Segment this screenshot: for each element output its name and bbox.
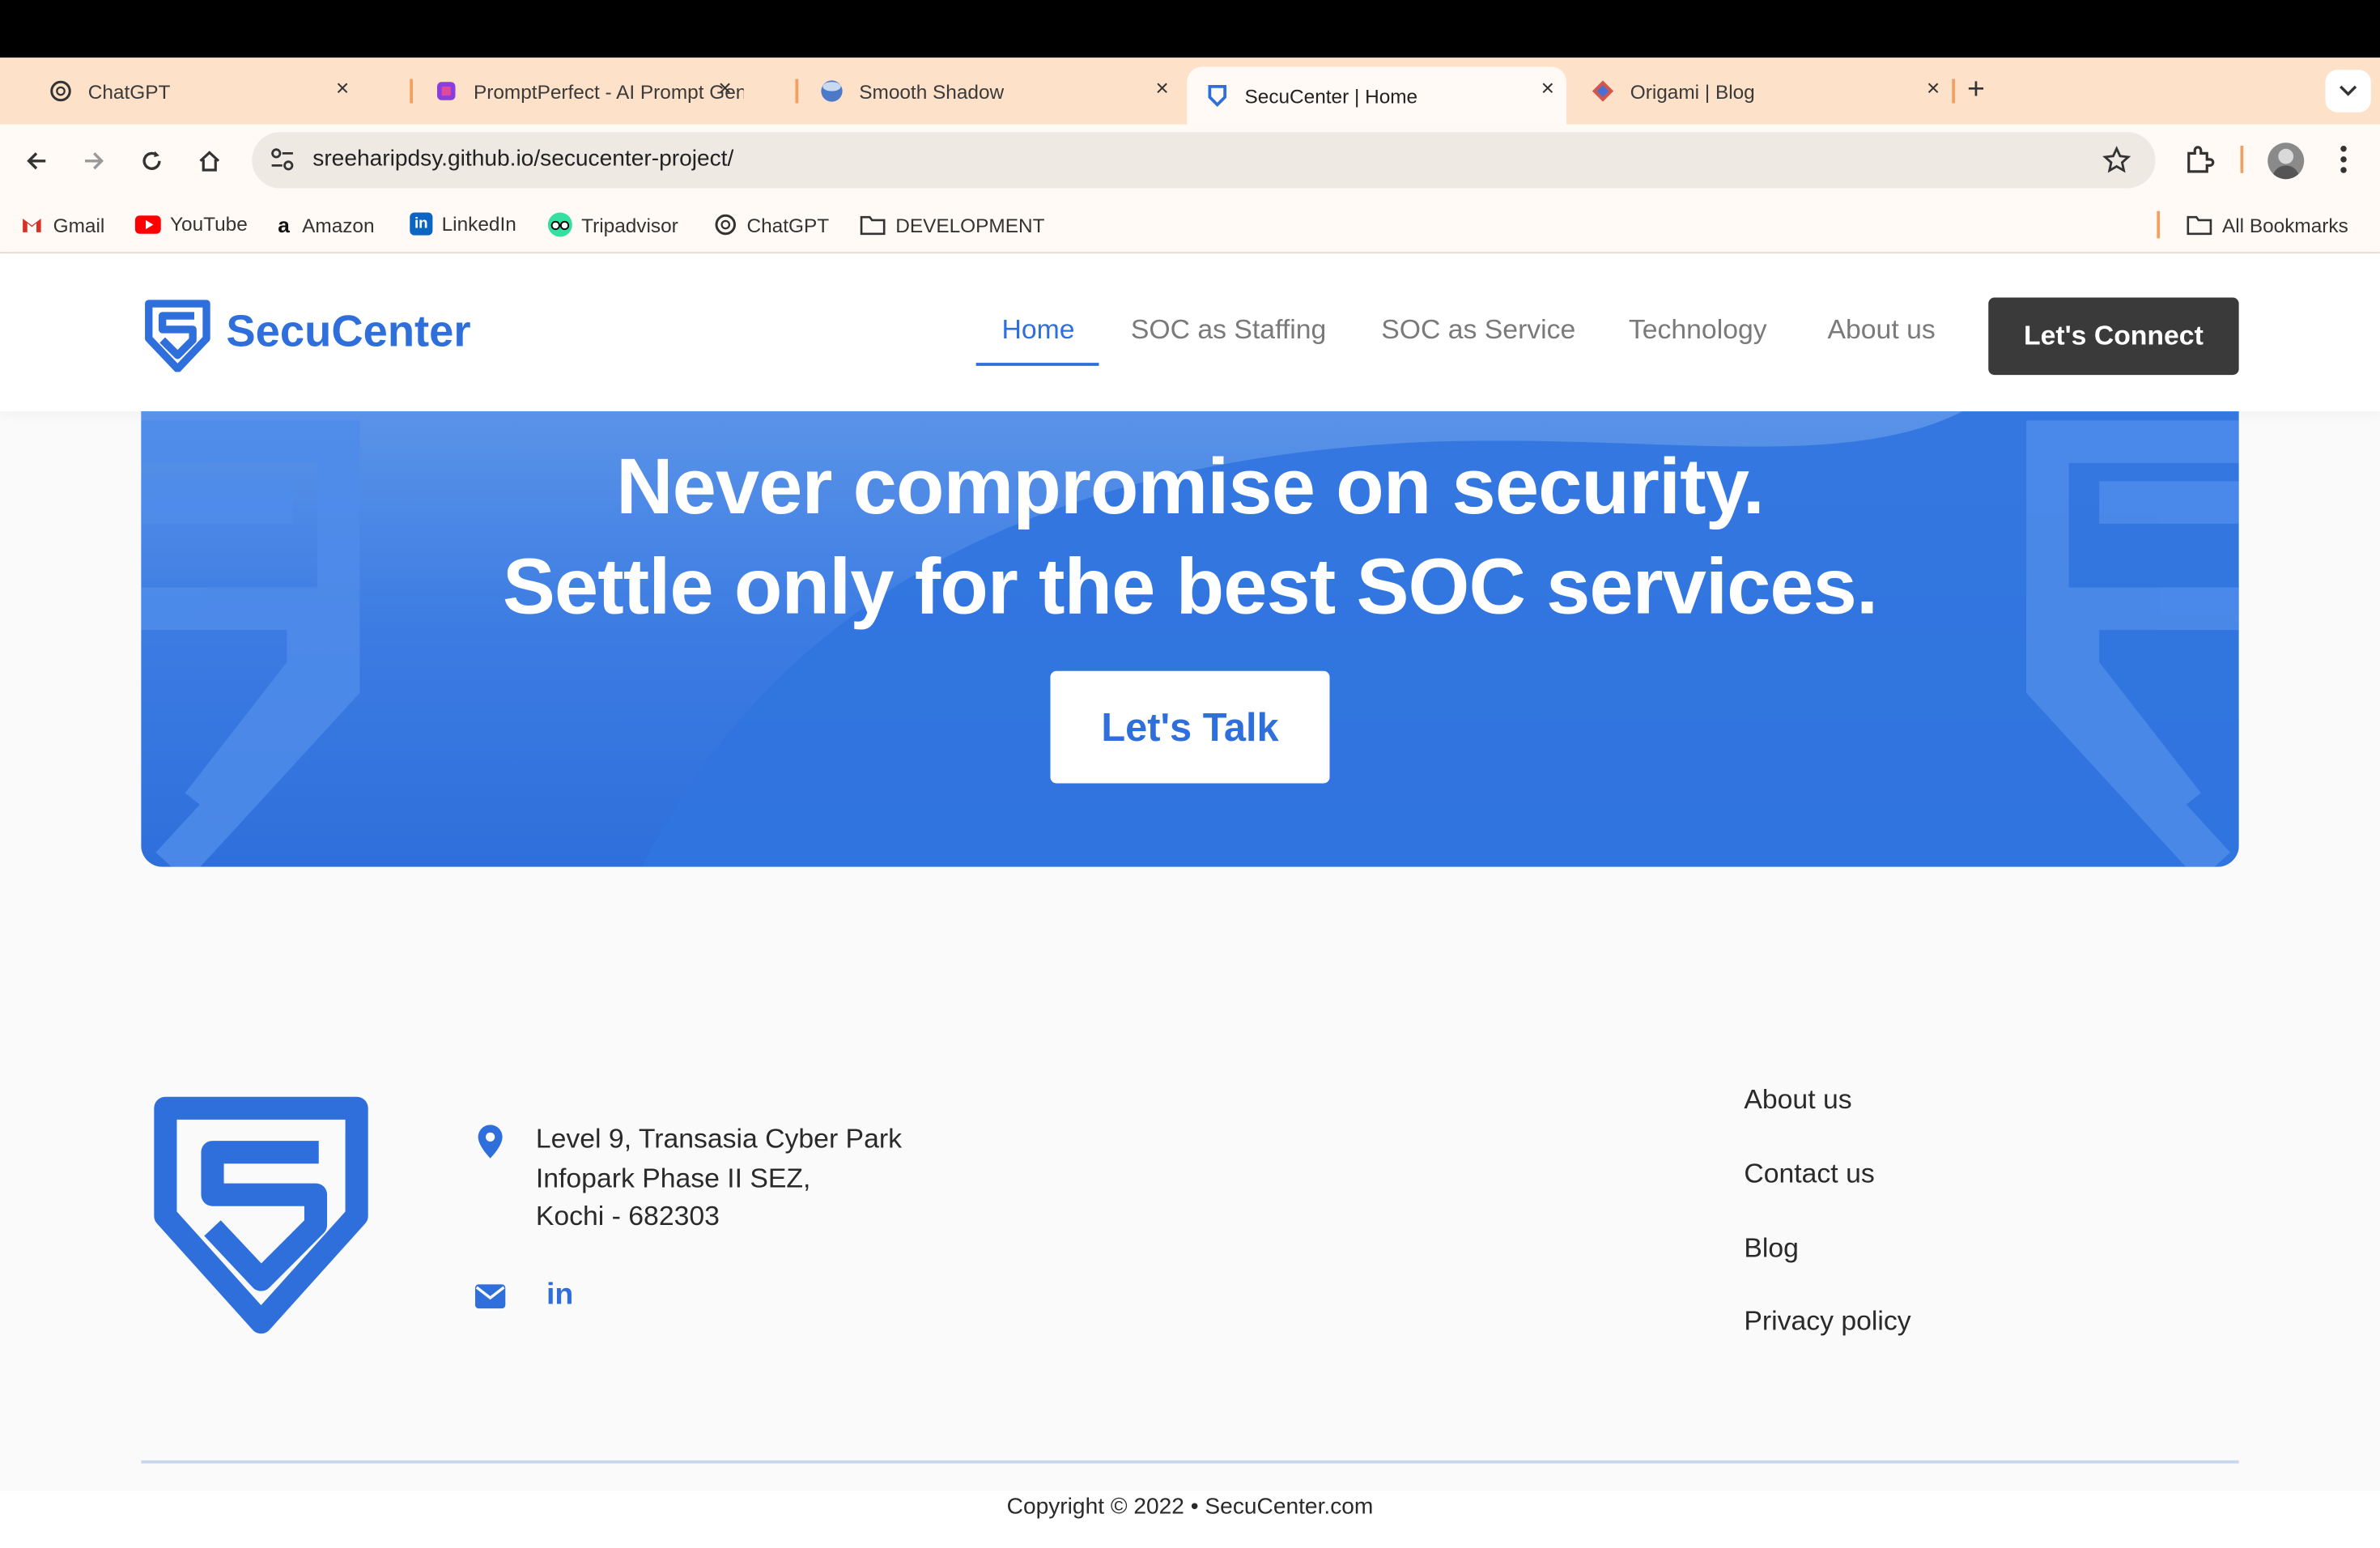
linkedin-icon[interactable]: in <box>546 1278 573 1313</box>
close-tab-icon[interactable]: × <box>1927 76 1940 102</box>
tab-secucenter[interactable]: SecuCenter | Home × <box>1187 66 1566 125</box>
home-icon <box>199 151 220 172</box>
address-bar[interactable]: sreeharipdsy.github.io/secucenter-projec… <box>252 132 2156 189</box>
linkedin-icon: in <box>410 212 433 236</box>
amazon-icon: a <box>278 212 290 237</box>
back-button[interactable] <box>15 140 58 183</box>
bookmark-label: Tripadvisor <box>581 213 678 236</box>
copyright-text: Copyright © 2022 • SecuCenter.com <box>0 1491 2380 1548</box>
tab-separator <box>1952 79 1955 104</box>
close-tab-icon[interactable]: × <box>336 76 349 102</box>
hero-banner: Never compromise on security. Settle onl… <box>141 411 2239 867</box>
smooth-shadow-icon <box>821 80 843 102</box>
bookmark-label: Gmail <box>53 213 105 236</box>
bookmark-amazon[interactable]: a Amazon <box>274 213 374 237</box>
tab-title: SecuCenter | Home <box>1244 84 1418 108</box>
hero-heading-line-1: Never compromise on security. <box>616 443 1765 532</box>
youtube-icon <box>134 215 161 233</box>
origami-icon <box>1592 80 1614 102</box>
close-tab-icon[interactable]: × <box>1155 76 1168 102</box>
tab-title: PromptPerfect - AI Prompt Generator <box>474 79 744 103</box>
tab-separator <box>795 79 799 104</box>
tab-title: Origami | Blog <box>1630 79 1755 103</box>
footer-link-about-us[interactable]: About us <box>1744 1084 1851 1116</box>
tripadvisor-icon <box>547 212 572 237</box>
home-button[interactable] <box>189 140 232 183</box>
footer-divider <box>141 1460 2239 1464</box>
brand-name[interactable]: SecuCenter <box>226 308 470 359</box>
address-line-3: Kochi - 682303 <box>535 1201 720 1231</box>
bookmark-label: LinkedIn <box>441 212 516 236</box>
tab-chatgpt[interactable]: ChatGPT × <box>31 67 362 116</box>
site-settings-icon <box>271 148 294 171</box>
more-vertical-icon <box>2340 146 2347 173</box>
tab-title: Smooth Shadow <box>859 79 1005 103</box>
chevron-down-icon <box>2340 85 2357 96</box>
forward-arrow-icon <box>85 152 104 170</box>
nav-home[interactable]: Home <box>1002 314 1075 346</box>
reload-button[interactable] <box>130 140 173 183</box>
extensions-button[interactable] <box>2182 142 2216 184</box>
folder-icon <box>2187 215 2212 236</box>
bookmark-youtube[interactable]: YouTube <box>134 212 248 236</box>
footer-link-blog[interactable]: Blog <box>1744 1233 1799 1265</box>
footer-logo-icon <box>154 1096 368 1334</box>
bookmark-star-icon[interactable] <box>2102 146 2131 175</box>
gmail-icon <box>23 219 41 232</box>
hero-heading-line-2: Settle only for the best SOC services. <box>502 543 1878 632</box>
back-arrow-icon <box>27 152 46 170</box>
bookmarks-separator <box>2157 211 2161 239</box>
secucenter-icon <box>1208 85 1226 108</box>
address-line-2: Infopark Phase II SEZ, <box>535 1163 811 1193</box>
nav-about-us[interactable]: About us <box>1828 314 1936 346</box>
tab-promptperfect[interactable]: PromptPerfect - AI Prompt Generator × <box>416 67 744 116</box>
bookmark-tripadvisor[interactable]: Tripadvisor <box>547 212 678 237</box>
reload-icon <box>142 151 161 170</box>
toolbar-separator <box>2240 146 2244 173</box>
bookmark-linkedin[interactable]: in LinkedIn <box>410 212 516 236</box>
bookmark-gmail[interactable]: Gmail <box>19 213 104 237</box>
bookmark-label: ChatGPT <box>746 213 830 236</box>
browser-menu-button[interactable] <box>2331 142 2356 176</box>
nav-active-underline <box>975 363 1099 366</box>
profile-avatar[interactable] <box>2267 142 2305 180</box>
tab-title: ChatGPT <box>87 79 171 103</box>
close-tab-icon[interactable]: × <box>718 76 731 102</box>
location-pin-icon <box>478 1125 503 1159</box>
forward-button[interactable] <box>73 140 116 183</box>
nav-technology[interactable]: Technology <box>1629 314 1767 346</box>
bookmark-label: Amazon <box>302 213 375 236</box>
promptperfect-icon <box>437 82 456 100</box>
folder-icon <box>860 215 886 236</box>
nav-soc-as-service[interactable]: SOC as Service <box>1381 314 1575 346</box>
chatgpt-icon <box>50 80 71 102</box>
tab-separator <box>410 79 413 104</box>
tab-origami[interactable]: Origami | Blog × <box>1573 67 1953 116</box>
os-top-bar <box>0 0 2380 58</box>
lets-connect-button[interactable]: Let's Connect <box>1988 297 2239 376</box>
close-tab-icon[interactable]: × <box>1541 76 1554 102</box>
tab-smooth-shadow[interactable]: Smooth Shadow × <box>801 67 1181 116</box>
bookmark-folder-development[interactable]: DEVELOPMENT <box>859 213 1044 237</box>
email-icon[interactable] <box>474 1284 506 1309</box>
bookmark-label: DEVELOPMENT <box>895 213 1045 236</box>
all-bookmarks-label: All Bookmarks <box>2222 213 2348 236</box>
new-tab-button[interactable]: + <box>1967 73 1985 108</box>
url-text: sreeharipdsy.github.io/secucenter-projec… <box>312 146 734 172</box>
tab-search-button[interactable] <box>2325 70 2371 113</box>
bookmark-chatgpt[interactable]: ChatGPT <box>713 213 829 237</box>
bookmark-label: YouTube <box>170 212 248 236</box>
lets-talk-button[interactable]: Let's Talk <box>1050 670 1330 784</box>
chatgpt-icon <box>715 214 736 236</box>
all-bookmarks-button[interactable]: All Bookmarks <box>2186 213 2348 237</box>
footer-link-contact-us[interactable]: Contact us <box>1744 1159 1874 1190</box>
nav-soc-as-staffing[interactable]: SOC as Staffing <box>1131 314 1326 346</box>
secucenter-logo-icon[interactable] <box>144 299 211 372</box>
puzzle-icon <box>2187 146 2215 173</box>
footer-link-privacy-policy[interactable]: Privacy policy <box>1744 1306 1910 1337</box>
address-line-1: Level 9, Transasia Cyber Park <box>535 1123 902 1155</box>
